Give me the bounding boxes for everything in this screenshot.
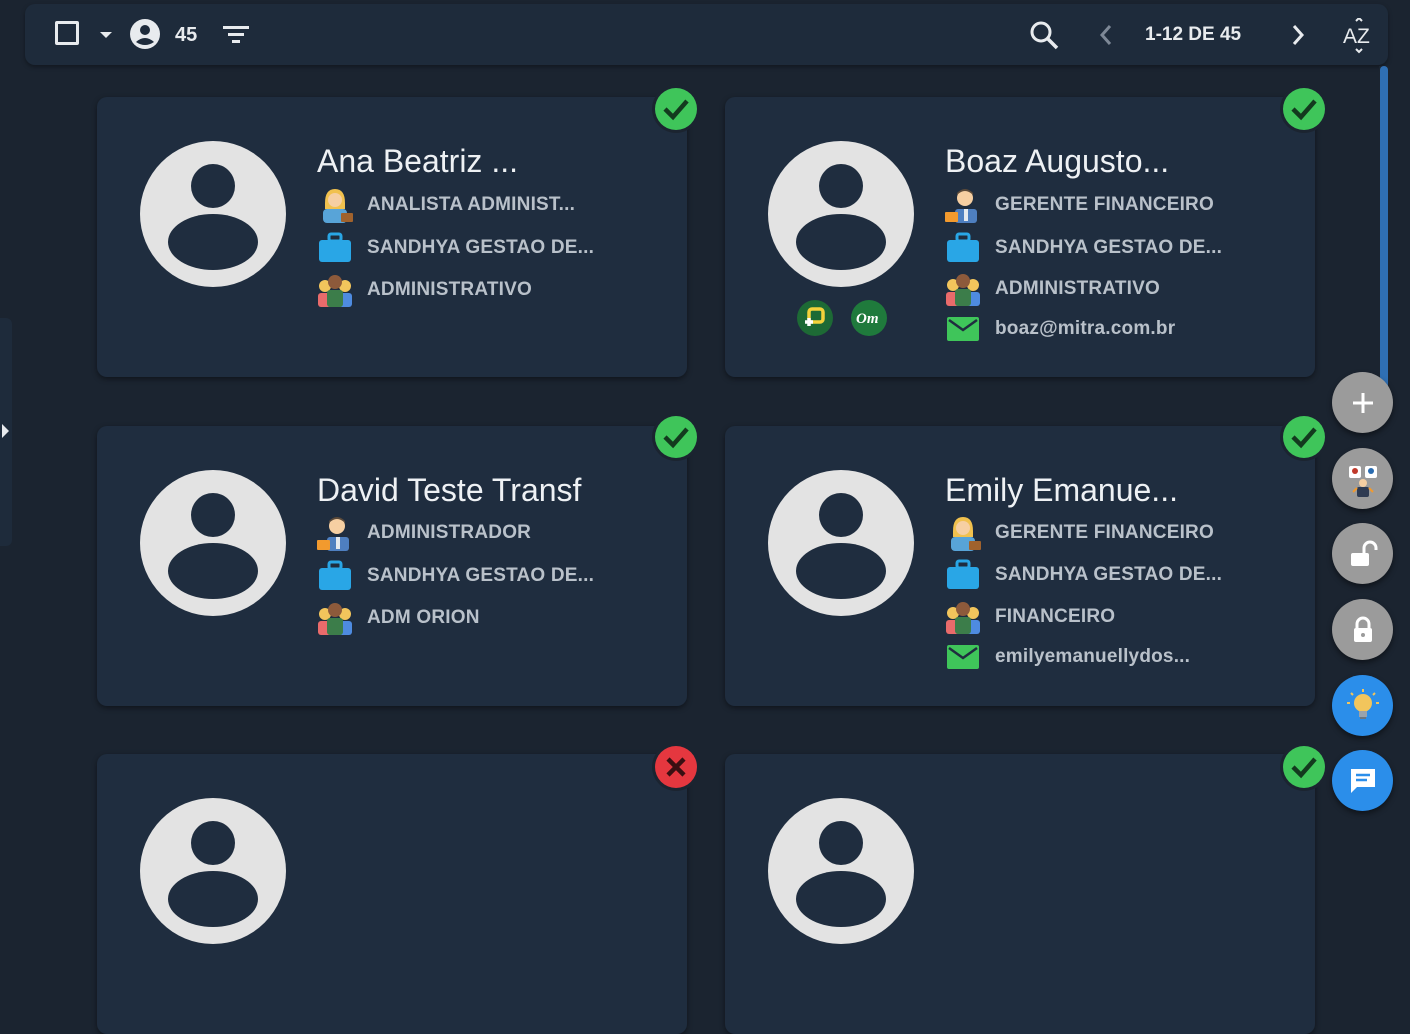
- search-icon[interactable]: [1027, 18, 1061, 52]
- avatar: [140, 141, 286, 287]
- account-circle-icon: [129, 18, 161, 50]
- department-row: FINANCEIRO: [943, 597, 1115, 637]
- next-page-icon[interactable]: [1283, 20, 1313, 50]
- user-card[interactable]: [97, 754, 687, 1034]
- add-icon: [1352, 392, 1373, 413]
- sort-az-icon[interactable]: AZ: [1341, 18, 1377, 54]
- role-row: GERENTE FINANCEIRO: [943, 513, 1214, 553]
- user-role: GERENTE FINANCEIRO: [995, 522, 1214, 543]
- lock-icon: [1353, 616, 1372, 642]
- user-company: SANDHYA GESTAO DE...: [995, 237, 1223, 258]
- user-department: ADMINISTRATIVO: [367, 279, 532, 300]
- select-all-checkbox[interactable]: [55, 21, 79, 45]
- department-row: ADM ORION: [315, 598, 480, 638]
- app-p-icon[interactable]: [797, 300, 833, 336]
- briefcase-icon: [943, 555, 983, 595]
- filter-icon[interactable]: [221, 20, 251, 50]
- team-icon: [1348, 465, 1377, 497]
- briefcase-icon: [315, 556, 355, 596]
- chat-icon: [1350, 768, 1375, 793]
- user-card[interactable]: Ana Beatriz ... ANALISTA ADMINIST... SAN…: [97, 97, 687, 377]
- mail-icon: [943, 637, 983, 677]
- avatar: [768, 470, 914, 616]
- user-email: boaz@mitra.com.br: [995, 318, 1176, 339]
- chevron-right-icon: [2, 424, 9, 438]
- active-status-icon[interactable]: [1283, 88, 1325, 130]
- user-name: Boaz Augusto...: [945, 143, 1170, 179]
- scrollbar-thumb[interactable]: [1380, 66, 1388, 396]
- role-row: ANALISTA ADMINIST...: [315, 185, 575, 225]
- chat-button[interactable]: [1332, 750, 1393, 811]
- company-row: SANDHYA GESTAO DE...: [943, 555, 1222, 595]
- chevron-down-icon[interactable]: [97, 26, 115, 44]
- user-department: ADM ORION: [367, 607, 480, 628]
- pagination-label: 1-12 DE 45: [1145, 24, 1242, 45]
- office-worker-icon: [943, 185, 983, 225]
- briefcase-icon: [315, 228, 355, 268]
- user-department: ADMINISTRATIVO: [995, 278, 1160, 299]
- active-status-icon[interactable]: [1283, 746, 1325, 788]
- user-card[interactable]: Emily Emanue... GERENTE FINANCEIRO SANDH…: [725, 426, 1315, 706]
- email-row: boaz@mitra.com.br: [943, 309, 1175, 349]
- group-icon: [943, 597, 983, 637]
- user-card[interactable]: [725, 754, 1315, 1034]
- unlock-icon: [1350, 540, 1377, 566]
- toolbar: 45 1-12 DE 45 AZ: [25, 4, 1388, 65]
- app-om-icon[interactable]: Om: [851, 300, 887, 336]
- previous-page-icon[interactable]: [1091, 20, 1121, 50]
- user-count: 45: [175, 23, 198, 46]
- group-icon: [315, 598, 355, 638]
- user-name: David Teste Transf: [317, 472, 582, 508]
- user-name: Ana Beatriz ...: [317, 143, 518, 179]
- user-name: Emily Emanue...: [945, 472, 1178, 508]
- company-row: SANDHYA GESTAO DE...: [315, 228, 594, 268]
- company-row: SANDHYA GESTAO DE...: [943, 228, 1222, 268]
- app-list: Om: [797, 300, 887, 336]
- avatar: [140, 798, 286, 944]
- user-role: GERENTE FINANCEIRO: [995, 194, 1214, 215]
- group-icon: [315, 270, 355, 310]
- briefcase-icon: [943, 228, 983, 268]
- user-role: ANALISTA ADMINIST...: [367, 194, 576, 215]
- role-row: ADMINISTRADOR: [315, 513, 531, 553]
- user-company: SANDHYA GESTAO DE...: [367, 237, 595, 258]
- user-card[interactable]: Boaz Augusto... GERENTE FINANCEIRO SANDH…: [725, 97, 1315, 377]
- user-department: FINANCEIRO: [995, 606, 1116, 627]
- department-row: ADMINISTRATIVO: [315, 270, 532, 310]
- active-status-icon[interactable]: [1283, 416, 1325, 458]
- user-company: SANDHYA GESTAO DE...: [995, 564, 1223, 585]
- svg-text:AZ: AZ: [1343, 25, 1370, 48]
- add-button[interactable]: [1332, 372, 1393, 433]
- avatar: [140, 470, 286, 616]
- group-icon: [943, 269, 983, 309]
- svg-text:Om: Om: [856, 311, 879, 327]
- lock-button[interactable]: [1332, 599, 1393, 660]
- user-email: emilyemanuellydos...: [995, 646, 1191, 667]
- department-row: ADMINISTRATIVO: [943, 269, 1160, 309]
- mail-icon: [943, 309, 983, 349]
- inactive-status-icon[interactable]: [655, 746, 697, 788]
- company-row: SANDHYA GESTAO DE...: [315, 556, 594, 596]
- avatar: [768, 798, 914, 944]
- team-button[interactable]: [1332, 448, 1393, 509]
- office-worker-icon: [315, 185, 355, 225]
- office-worker-icon: [315, 513, 355, 553]
- active-status-icon[interactable]: [655, 416, 697, 458]
- ideas-button[interactable]: [1332, 675, 1393, 736]
- role-row: GERENTE FINANCEIRO: [943, 185, 1214, 225]
- lightbulb-icon: [1346, 688, 1379, 719]
- office-worker-icon: [943, 513, 983, 553]
- avatar: [768, 141, 914, 287]
- user-role: ADMINISTRADOR: [367, 522, 532, 543]
- user-card[interactable]: David Teste Transf ADMINISTRADOR SANDHYA…: [97, 426, 687, 706]
- side-panel-toggle[interactable]: [0, 318, 12, 546]
- active-status-icon[interactable]: [655, 88, 697, 130]
- email-row: emilyemanuellydos...: [943, 637, 1190, 677]
- unlock-button[interactable]: [1332, 523, 1393, 584]
- user-company: SANDHYA GESTAO DE...: [367, 565, 595, 586]
